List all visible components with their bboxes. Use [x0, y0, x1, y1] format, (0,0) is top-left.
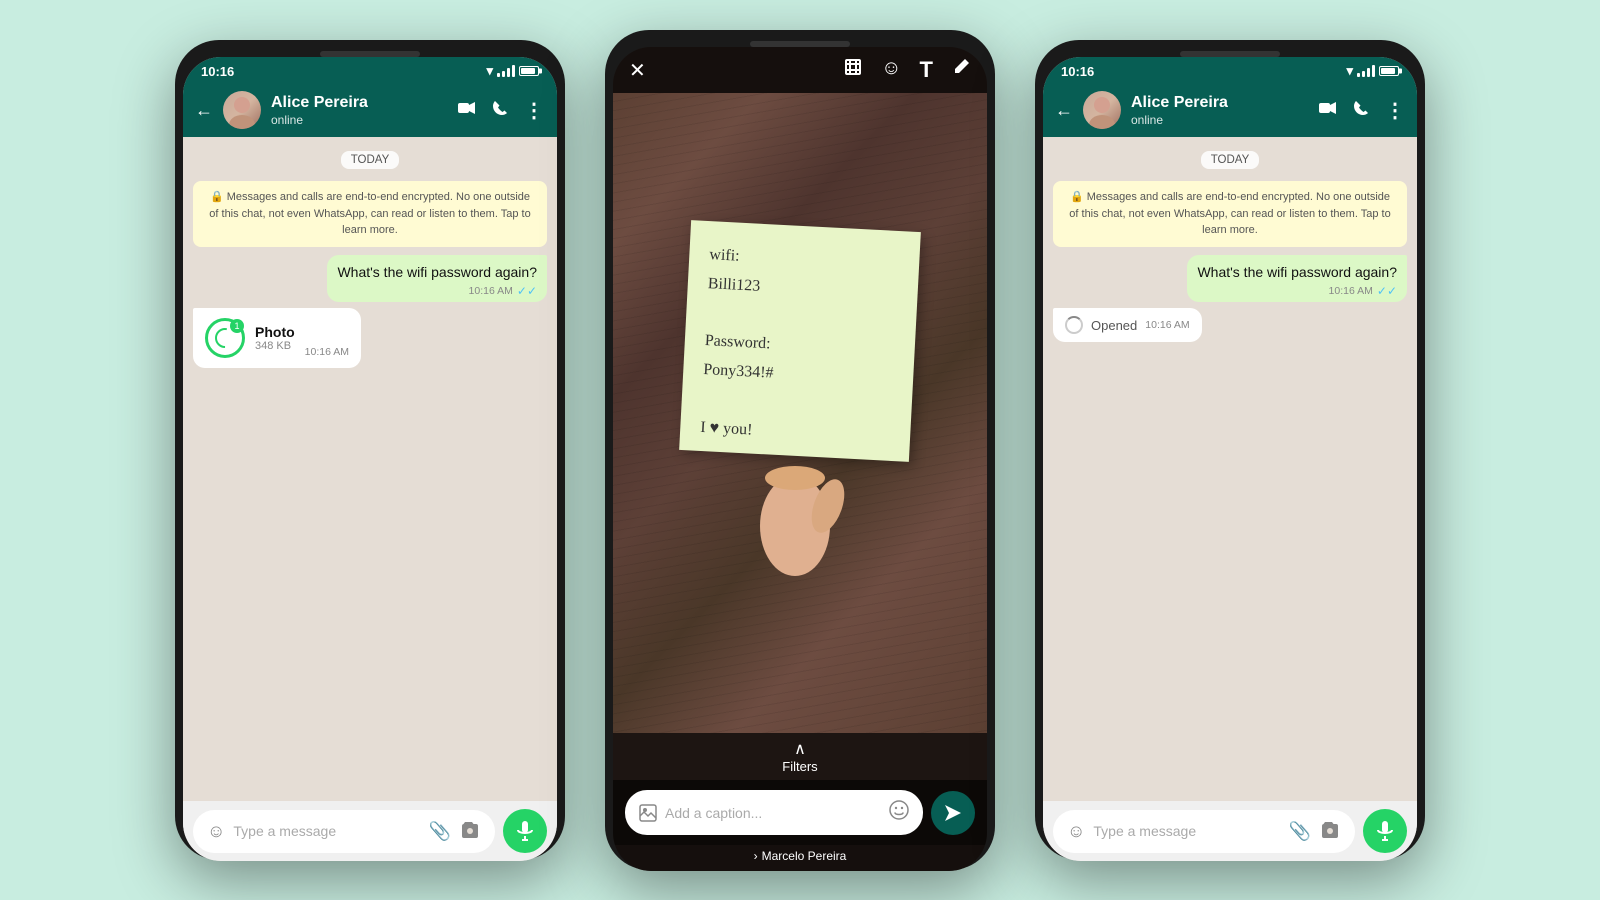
status-icons-right: ▾: [1346, 63, 1399, 79]
recipient-name: Marcelo Pereira: [762, 849, 847, 863]
chat-header-left: ← Alice Pereira online: [183, 83, 557, 137]
emoji-icon-right[interactable]: ☺: [1067, 821, 1085, 842]
sticky-note: wifi: Billi123 Password: Pony334!# I ♥ y…: [679, 220, 921, 462]
sent-time-left: 10:16 AM: [469, 285, 513, 297]
avatar-right: [1083, 91, 1121, 129]
photo-time-left: 10:16 AM: [305, 346, 349, 358]
camera-icon-right[interactable]: [1319, 820, 1341, 843]
crop-icon[interactable]: [843, 57, 863, 83]
photo-info-left: Photo 348 KB: [255, 324, 295, 352]
sent-time-right: 10:16 AM: [1329, 285, 1373, 297]
wifi-icon-right: ▾: [1346, 63, 1353, 79]
battery-icon-right: [1379, 66, 1399, 76]
status-time-right: 10:16: [1061, 64, 1094, 79]
avatar-left: [223, 91, 261, 129]
opened-time-right: 10:16 AM: [1145, 319, 1189, 331]
wifi-icon: ▾: [486, 63, 493, 79]
input-placeholder-left: Type a message: [233, 823, 420, 839]
sent-ticks-left: ✓✓: [517, 284, 537, 298]
recipient-bar: › Marcelo Pereira: [613, 845, 987, 871]
chat-header-right: ← Alice Pereira online: [1043, 83, 1417, 137]
header-icons-left: ⋮: [458, 98, 545, 123]
contact-name-right: Alice Pereira: [1131, 93, 1309, 112]
toolbar-right-icons: ☺ T: [843, 57, 971, 83]
contact-status-left: online: [271, 113, 448, 127]
back-button-left[interactable]: ←: [195, 100, 213, 121]
chat-input-left: ☺ Type a message 📎: [183, 801, 557, 861]
pen-icon[interactable]: [951, 57, 971, 83]
contact-status-right: online: [1131, 113, 1309, 127]
status-time-left: 10:16: [201, 64, 234, 79]
status-bar-left: 10:16 ▾: [183, 57, 557, 83]
caption-input[interactable]: Add a caption...: [625, 790, 923, 835]
back-button-right[interactable]: ←: [1055, 100, 1073, 121]
caption-gallery-icon: [639, 804, 657, 822]
chat-body-right: TODAY 🔒 Messages and calls are end-to-en…: [1043, 137, 1417, 801]
preview-toolbar: ✕ ☺ T: [613, 47, 987, 93]
more-icon-right[interactable]: ⋮: [1385, 98, 1405, 123]
opened-message-right: Opened 10:16 AM: [1053, 308, 1202, 342]
sent-text-left: What's the wifi password again?: [337, 263, 537, 283]
input-placeholder-right: Type a message: [1093, 823, 1280, 839]
text-icon[interactable]: T: [920, 57, 933, 83]
caption-emoji-icon[interactable]: [889, 800, 909, 825]
sent-message-right: What's the wifi password again? 10:16 AM…: [1187, 255, 1407, 303]
caption-placeholder: Add a caption...: [665, 805, 881, 821]
attach-icon-left[interactable]: 📎: [429, 821, 451, 842]
note-text: wifi: Billi123 Password: Pony334!# I ♥ y…: [700, 241, 900, 452]
mic-button-right[interactable]: [1363, 809, 1407, 853]
signal-icon: [497, 65, 515, 77]
opened-text-right: Opened: [1091, 318, 1137, 333]
video-call-icon-right[interactable]: [1319, 101, 1337, 120]
recipient-chevron-icon: ›: [754, 849, 758, 863]
header-icons-right: ⋮: [1319, 98, 1405, 123]
middle-phone: ✕ ☺ T: [605, 30, 995, 870]
contact-info-left: Alice Pereira online: [271, 93, 448, 126]
photo-label-left: Photo: [255, 324, 295, 340]
encrypt-notice-right: 🔒 Messages and calls are end-to-end encr…: [1053, 181, 1407, 247]
chat-body-left: TODAY 🔒 Messages and calls are end-to-en…: [183, 137, 557, 801]
attach-icon-right[interactable]: 📎: [1289, 821, 1311, 842]
battery-icon: [519, 66, 539, 76]
encrypt-notice-left: 🔒 Messages and calls are end-to-end encr…: [193, 181, 547, 247]
close-icon[interactable]: ✕: [629, 58, 646, 83]
sent-meta-left: 10:16 AM ✓✓: [337, 284, 537, 298]
signal-icon-right: [1357, 65, 1375, 77]
status-bar-right: 10:16 ▾: [1043, 57, 1417, 83]
contact-name-left: Alice Pereira: [271, 93, 448, 112]
message-input-right[interactable]: ☺ Type a message 📎: [1053, 810, 1355, 853]
video-call-icon-left[interactable]: [458, 101, 476, 120]
date-badge-left: TODAY: [341, 151, 400, 169]
opened-spinner-icon: [1065, 316, 1083, 334]
chat-input-right: ☺ Type a message 📎: [1043, 801, 1417, 861]
emoji-sticker-icon[interactable]: ☺: [881, 57, 901, 83]
sent-message-left: What's the wifi password again? 10:16 AM…: [327, 255, 547, 303]
filters-label: Filters: [782, 759, 817, 774]
camera-icon-left[interactable]: [459, 820, 481, 843]
filters-bar[interactable]: ∧ Filters: [613, 733, 987, 780]
status-icons-left: ▾: [486, 63, 539, 79]
photo-size-left: 348 KB: [255, 340, 295, 352]
photo-icon-left: [205, 318, 245, 358]
right-phone: 10:16 ▾ ←: [1035, 40, 1425, 860]
filters-chevron-icon: ∧: [794, 739, 806, 759]
more-icon-left[interactable]: ⋮: [524, 98, 545, 123]
date-badge-right: TODAY: [1201, 151, 1260, 169]
sent-ticks-right: ✓✓: [1377, 284, 1397, 298]
sent-text-right: What's the wifi password again?: [1197, 263, 1397, 283]
message-input-left[interactable]: ☺ Type a message 📎: [193, 810, 495, 853]
emoji-icon-left[interactable]: ☺: [207, 821, 225, 842]
phone-call-icon-left[interactable]: [492, 100, 508, 121]
send-button-middle[interactable]: [931, 791, 975, 835]
sent-meta-right: 10:16 AM ✓✓: [1197, 284, 1397, 298]
left-phone: 10:16 ▾ ←: [175, 40, 565, 860]
contact-info-right: Alice Pereira online: [1131, 93, 1309, 126]
image-preview: wifi: Billi123 Password: Pony334!# I ♥ y…: [613, 93, 987, 733]
mic-button-left[interactable]: [503, 809, 547, 853]
photo-attachment-left[interactable]: Photo 348 KB 10:16 AM: [193, 308, 361, 368]
caption-bar: Add a caption...: [613, 780, 987, 845]
phone-call-icon-right[interactable]: [1353, 100, 1369, 121]
